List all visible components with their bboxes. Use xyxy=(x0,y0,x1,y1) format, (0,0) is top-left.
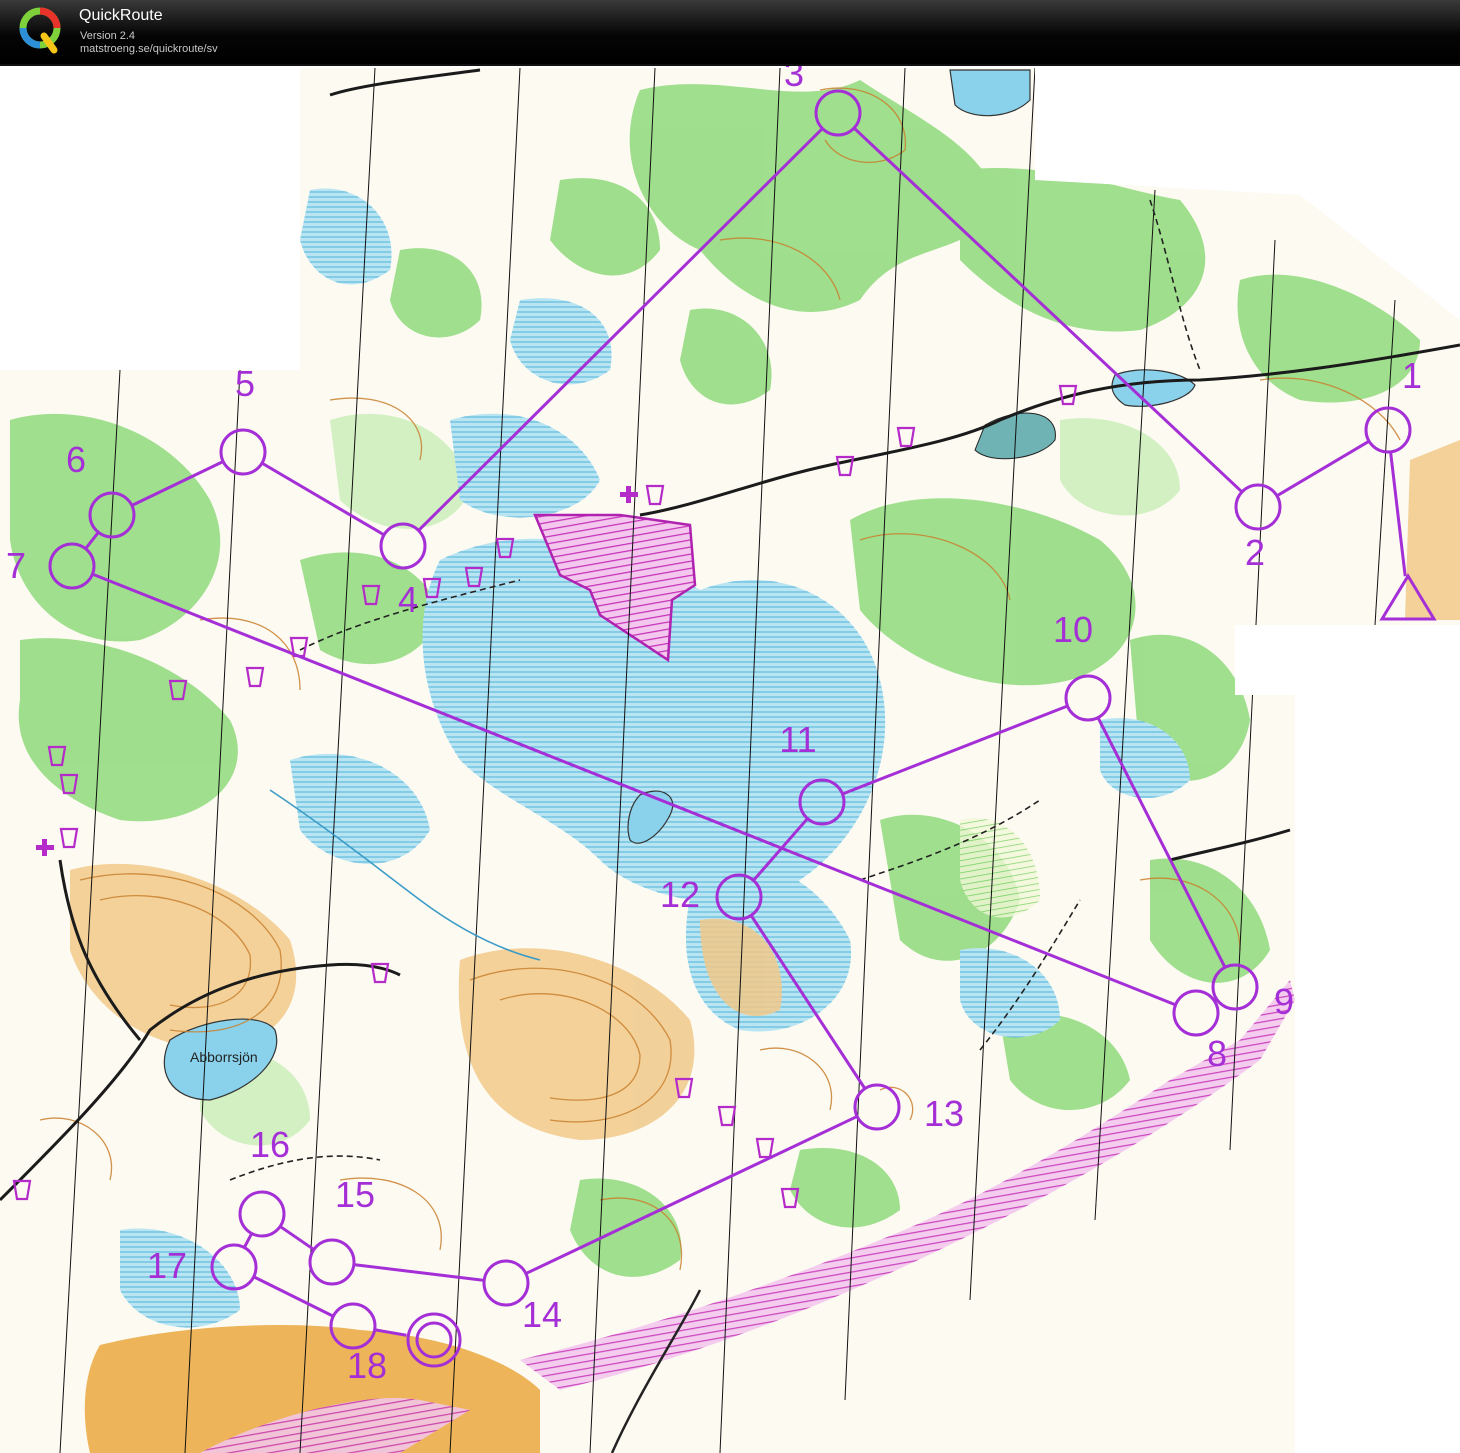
control-number: 16 xyxy=(250,1124,290,1165)
control-number: 11 xyxy=(779,719,816,760)
control-number: 10 xyxy=(1053,609,1093,650)
control-number: 17 xyxy=(147,1245,187,1286)
control-number: 18 xyxy=(347,1345,387,1386)
control-number: 5 xyxy=(235,363,255,404)
lake-label: Abborrsjön xyxy=(190,1049,258,1065)
control-number: 1 xyxy=(1402,355,1422,396)
control-number: 8 xyxy=(1207,1033,1227,1074)
control-number: 13 xyxy=(924,1093,964,1134)
app-version: Version 2.4 xyxy=(80,30,136,42)
control-number: 12 xyxy=(660,874,700,915)
control-number: 14 xyxy=(522,1294,562,1335)
control-number: 9 xyxy=(1274,981,1294,1022)
app-url: matstroeng.se/quickroute/sv xyxy=(80,43,218,55)
control-number: 3 xyxy=(784,66,804,94)
app-title: QuickRoute xyxy=(79,7,163,24)
control-number: 15 xyxy=(335,1174,375,1215)
control-number: 7 xyxy=(6,545,26,586)
title-bar: QuickRoute Version 2.4 matstroeng.se/qui… xyxy=(0,0,1460,66)
orienteering-map[interactable]: Abborrsjön 123456789101112131415161718 xyxy=(0,66,1460,1453)
control-number: 6 xyxy=(66,439,86,480)
control-number: 4 xyxy=(398,579,418,620)
control-number: 2 xyxy=(1245,532,1265,573)
quickroute-logo-icon xyxy=(19,7,61,54)
